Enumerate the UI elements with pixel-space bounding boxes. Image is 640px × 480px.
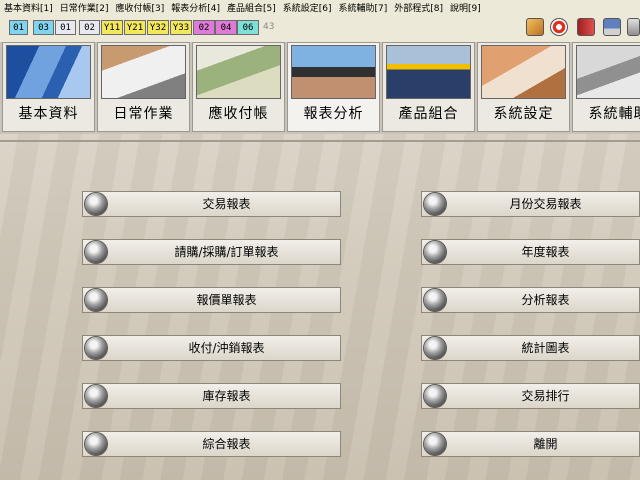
tab-image-money — [196, 45, 281, 99]
menu-item-8[interactable]: 外部程式[8] — [390, 1, 446, 14]
menu-item-3[interactable]: 應收付帳[3] — [112, 1, 168, 14]
tab-label: 應收付帳 — [208, 106, 269, 122]
toolbar-button-2[interactable]: 03 — [33, 20, 54, 35]
left-report-button-6[interactable]: 綜合報表 — [82, 431, 341, 457]
tab-image-workers — [386, 45, 471, 99]
left-report-button-1[interactable]: 交易報表 — [82, 191, 341, 217]
toolbar-number: 43 — [263, 22, 275, 32]
radio-icon — [424, 337, 446, 359]
menu-item-1[interactable]: 基本資料[1] — [0, 1, 56, 14]
radio-icon — [85, 433, 107, 455]
toolbar-button-10[interactable]: 04 — [215, 20, 237, 35]
menu-item-7[interactable]: 系統輔助[7] — [335, 1, 391, 14]
lifebuoy-icon[interactable] — [550, 18, 568, 36]
radio-icon — [85, 385, 107, 407]
radio-icon — [424, 289, 446, 311]
tab-image-building — [6, 45, 91, 99]
toolbar-button-6[interactable]: Y21 — [124, 20, 146, 35]
radio-icon — [85, 337, 107, 359]
report-button-label: 收付/沖銷報表 — [188, 341, 265, 355]
report-button-label: 分析報表 — [521, 293, 570, 307]
toolbar-button-3[interactable]: 01 — [55, 20, 76, 35]
tab-money[interactable]: 應收付帳 — [192, 42, 285, 132]
report-button-label: 庫存報表 — [202, 389, 251, 403]
computer-icon[interactable] — [603, 18, 621, 36]
tab-keyboard[interactable]: 日常作業 — [97, 42, 190, 132]
report-button-label: 月份交易報表 — [509, 197, 582, 211]
radio-icon — [85, 289, 107, 311]
tab-image-keyboard — [101, 45, 186, 99]
toolbar-button-8[interactable]: Y33 — [170, 20, 192, 35]
calculator-icon[interactable] — [627, 18, 640, 36]
radio-icon — [85, 193, 107, 215]
report-button-label: 交易報表 — [202, 197, 251, 211]
tab-image-mouse-hand — [481, 45, 566, 99]
left-report-button-4[interactable]: 收付/沖銷報表 — [82, 335, 341, 361]
right-report-button-4[interactable]: 統計圖表 — [421, 335, 640, 361]
report-button-label: 年度報表 — [521, 245, 570, 259]
toolbar: 43 01 03 01 02 Y11 Y21 Y32 Y33 02 04 06 — [0, 14, 640, 43]
report-button-label: 離開 — [533, 437, 558, 451]
menu-item-4[interactable]: 報表分析[4] — [167, 1, 223, 14]
tab-laptop[interactable]: 報表分析 — [287, 42, 380, 132]
menu-item-6[interactable]: 系統設定[6] — [279, 1, 335, 14]
toolbar-button-9[interactable]: 02 — [193, 20, 215, 35]
left-report-button-5[interactable]: 庫存報表 — [82, 383, 341, 409]
toolbar-button-11[interactable]: 06 — [237, 20, 259, 35]
tab-building[interactable]: 基本資料 — [2, 42, 95, 132]
menu-item-2[interactable]: 日常作業[2] — [56, 1, 112, 14]
report-button-label: 統計圖表 — [521, 341, 570, 355]
right-report-button-3[interactable]: 分析報表 — [421, 287, 640, 313]
tab-label: 基本資料 — [18, 106, 79, 122]
menu-item-9[interactable]: 說明[9] — [446, 1, 484, 14]
radio-icon — [85, 241, 107, 263]
menu-bar: 基本資料[1] 日常作業[2] 應收付帳[3] 報表分析[4] 產品組合[5] 系統設定[… — [0, 0, 640, 14]
divider — [0, 140, 640, 142]
toolbar-button-4[interactable]: 02 — [79, 20, 100, 35]
tab-calculator[interactable]: 系統輔助 — [572, 42, 640, 132]
right-report-button-1[interactable]: 月份交易報表 — [421, 191, 640, 217]
report-panel: 交易報表請購/採購/訂單報表 報價單報表收付/沖銷報表 庫存報表綜合報表 月份交易報表… — [0, 134, 640, 480]
left-report-button-2[interactable]: 請購/採購/訂單報表 — [82, 239, 341, 265]
tab-label: 日常作業 — [113, 106, 174, 122]
left-report-button-3[interactable]: 報價單報表 — [82, 287, 341, 313]
toolbar-button-5[interactable]: Y11 — [101, 20, 123, 35]
tab-label: 報表分析 — [303, 106, 364, 122]
tab-image-calculator — [576, 45, 640, 99]
toolbar-button-1[interactable]: 01 — [9, 20, 28, 35]
report-button-label: 請購/採購/訂單報表 — [174, 245, 279, 259]
radio-icon — [424, 433, 446, 455]
tab-label: 系統設定 — [493, 106, 554, 122]
report-button-label: 交易排行 — [521, 389, 570, 403]
menu-item-5[interactable]: 產品組合[5] — [223, 1, 279, 14]
right-report-button-5[interactable]: 交易排行 — [421, 383, 640, 409]
book-icon[interactable] — [577, 18, 595, 36]
right-report-button-2[interactable]: 年度報表 — [421, 239, 640, 265]
radio-icon — [424, 385, 446, 407]
tab-workers[interactable]: 產品組合 — [382, 42, 475, 132]
radio-icon — [424, 193, 446, 215]
tab-label: 系統輔助 — [588, 106, 640, 122]
toolbar-button-7[interactable]: Y32 — [147, 20, 169, 35]
tab-image-laptop — [291, 45, 376, 99]
report-button-label: 綜合報表 — [202, 437, 251, 451]
category-tabs: 基本資料 日常作業 應收付帳 報表分析 產品組合 系統設定 系統輔助 — [0, 42, 640, 134]
tab-mouse-hand[interactable]: 系統設定 — [477, 42, 570, 132]
tab-label: 產品組合 — [398, 106, 459, 122]
box-icon[interactable] — [526, 18, 544, 36]
right-report-button-6[interactable]: 離開 — [421, 431, 640, 457]
report-button-label: 報價單報表 — [196, 293, 257, 307]
radio-icon — [424, 241, 446, 263]
